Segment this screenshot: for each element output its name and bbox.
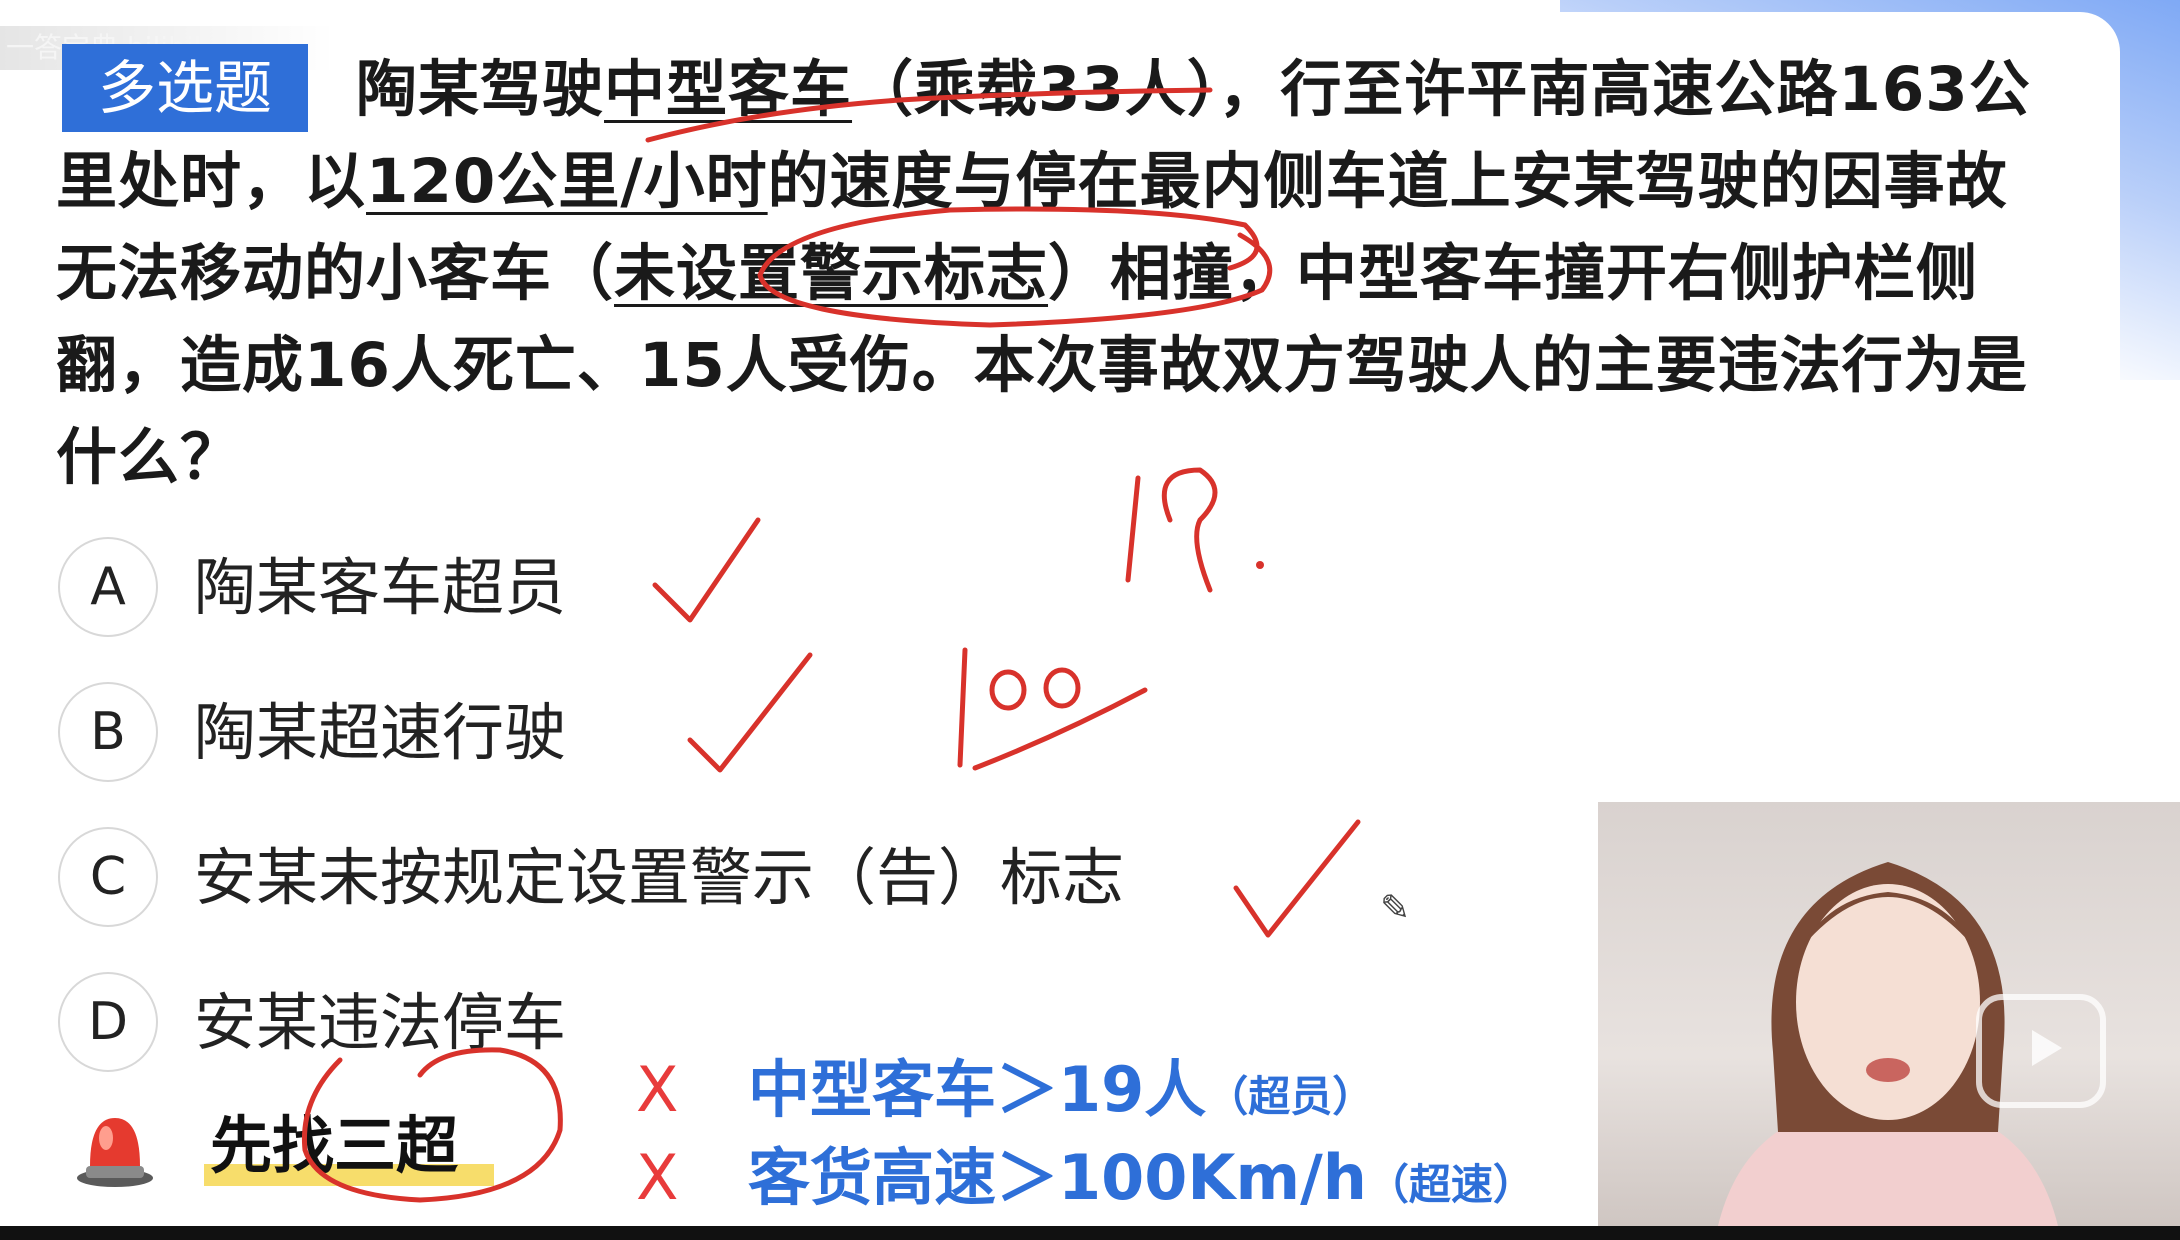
- siren-icon: [77, 1118, 153, 1187]
- presenter-webcam: [1598, 802, 2180, 1226]
- question-part: 陶某驾驶: [356, 54, 605, 125]
- pencil-cursor-icon: ✎: [1380, 888, 1411, 929]
- rule-speeding: X 客货高速＞100Km/h（超速）: [636, 1140, 1535, 1223]
- option-text: 安某未按规定设置警示（告）标志: [194, 841, 1125, 914]
- question-text: 陶某驾驶中型客车（乘载33人），行至许平南高速公路163公里处时，以120公里/…: [56, 44, 2046, 504]
- option-letter: B: [58, 682, 158, 782]
- rule-main: 客货高速＞100Km/h: [748, 1141, 1367, 1214]
- option-letter: D: [58, 972, 158, 1072]
- cross-mark: X: [636, 1053, 679, 1126]
- bottom-bar: [0, 1226, 2180, 1240]
- play-triangle: [2032, 1030, 2062, 1066]
- rule-overload: X 中型客车＞19人（超员）: [636, 1052, 1374, 1135]
- option-letter: C: [58, 827, 158, 927]
- tip-wrap: 先找三超: [204, 1106, 494, 1186]
- option-letter: A: [58, 537, 158, 637]
- option-text: 陶某超速行驶: [194, 696, 567, 769]
- rule-note: （超速）: [1366, 1160, 1535, 1209]
- option-text: 陶某客车超员: [194, 551, 567, 624]
- rule-main: 中型客车＞19人: [748, 1053, 1207, 1126]
- cross-mark: X: [636, 1141, 679, 1214]
- option-text: 安某违法停车: [194, 986, 567, 1059]
- underlined-speed: 120公里/小时: [366, 146, 768, 217]
- rule-note: （超员）: [1206, 1072, 1375, 1121]
- tip-text: 先找三超: [210, 1109, 459, 1182]
- underlined-warning: 未设置警示标志: [614, 238, 1049, 309]
- underlined-vehicle: 中型客车: [604, 54, 853, 125]
